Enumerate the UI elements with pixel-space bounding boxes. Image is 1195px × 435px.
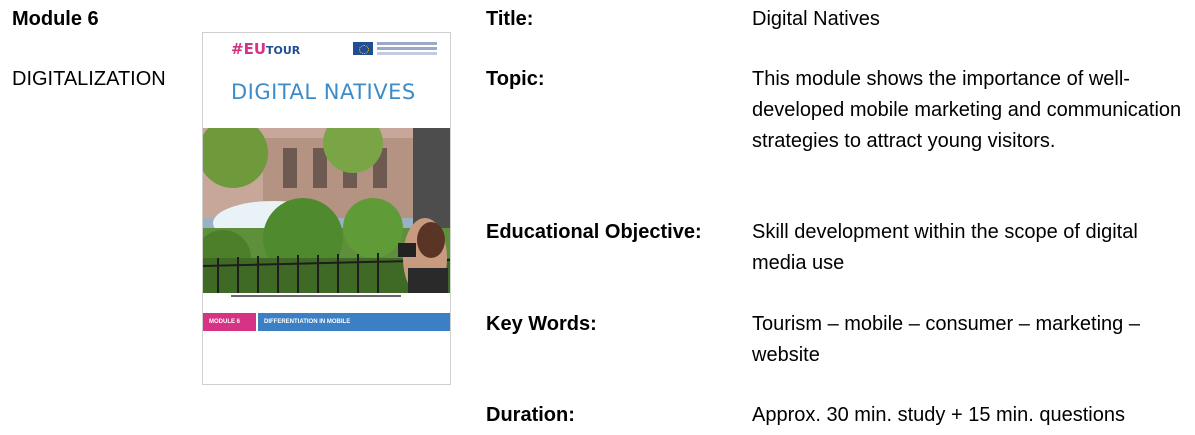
cover-module-band: MODULE 6 [203,313,256,331]
key-words-value: Tourism – mobile – consumer – marketing … [752,313,1140,366]
cover-topic-band: DIFFERENTIATION IN MOBILE [258,313,450,331]
module-subject: DIGITALIZATION [12,68,166,90]
duration-value: Approx. 30 min. study + 15 min. question… [752,404,1125,426]
photo-caption-line [231,295,401,297]
topic-label: Topic: [486,68,545,90]
title-label: Title: [486,8,534,30]
educational-objective-label: Educational Objective: [486,221,702,243]
eu-funding-text [377,42,437,45]
cover-photo [203,128,450,293]
topic-value: This module shows the importance of well… [752,68,1182,152]
educational-objective-value: Skill development within the scope of di… [752,221,1138,274]
eu-flag-icon [353,42,373,55]
duration-label: Duration: [486,404,575,426]
eutour-logo: #EUTOUR [231,40,301,58]
module-heading: Module 6 [12,8,99,30]
module-cover-image: #EUTOUR DIGITAL NATIVES MODULE 6 DIFFERE… [202,32,451,385]
cover-title: DIGITAL NATIVES [231,80,416,104]
title-value: Digital Natives [752,8,880,30]
key-words-label: Key Words: [486,313,597,335]
